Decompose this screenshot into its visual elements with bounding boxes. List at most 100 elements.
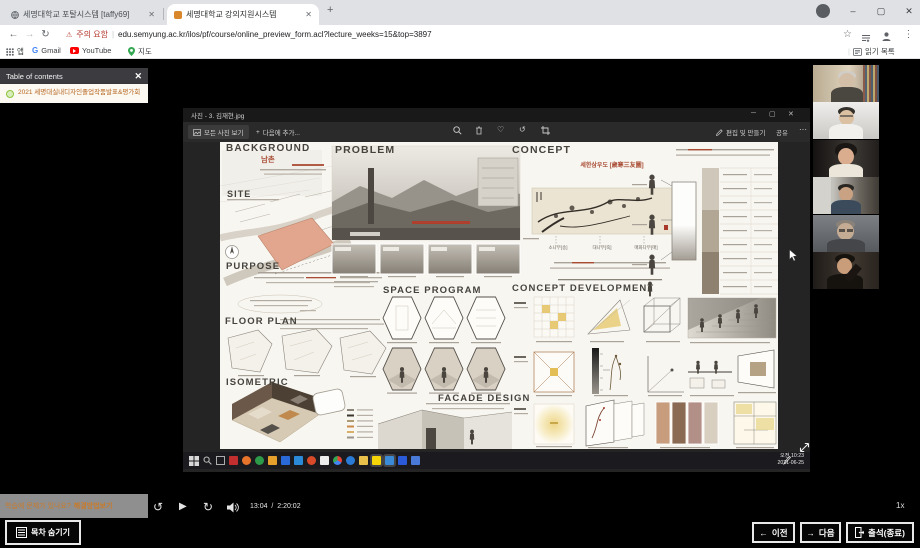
toc-header: Table of contents ✕ <box>0 68 148 84</box>
taskbar-icon-app-white <box>320 456 329 465</box>
favorite-heart-icon: ♡ <box>497 125 504 134</box>
concept-subtitle: 세한삼우도 [歲寒三友圖] <box>542 160 682 169</box>
pen-icon <box>783 455 791 465</box>
reading-list-bookmark[interactable]: | 읽기 목록 <box>848 46 895 57</box>
toc-body: 2021 세명대실내디자인졸업작품발표&평가회 <box>0 84 148 103</box>
tab-title: 세명대학교 포탈시스템 [taffy69] <box>23 9 144 20</box>
google-g-icon: G <box>32 46 38 55</box>
see-all-label: 모든 사진 보기 <box>204 127 244 137</box>
bookmark-apps[interactable]: 앱 <box>6 46 24 57</box>
edit-create-button: 편집 및 만들기 <box>711 125 771 139</box>
tab-favicon <box>174 11 182 19</box>
reading-list-label: 읽기 목록 <box>865 46 895 57</box>
browser-toolbar: ← → ↻ ⚠ 주의 요함 | edu.semyung.ac.kr/ilos/p… <box>0 25 920 44</box>
delete-icon <box>475 126 483 137</box>
play-button[interactable]: ▶ <box>179 502 187 512</box>
arrow-right-icon: → <box>806 528 815 538</box>
volume-icon[interactable] <box>227 502 239 513</box>
attendance-button[interactable]: 출석(종료) <box>846 522 914 543</box>
tab-separator <box>163 8 164 20</box>
bookmark-maps[interactable]: 지도 <box>128 46 152 57</box>
url-text: edu.semyung.ac.kr/ilos/pf/course/online_… <box>118 30 432 39</box>
participant-video[interactable] <box>813 65 879 102</box>
bookmark-gmail[interactable]: G Gmail <box>32 46 61 55</box>
participant-video[interactable] <box>813 177 879 214</box>
shared-taskbar <box>183 452 810 469</box>
refresh-button[interactable]: ↻ <box>38 27 53 42</box>
participant-video[interactable] <box>813 252 879 289</box>
heading-facade-design: FACADE DESIGN <box>438 393 530 404</box>
next-button[interactable]: → 다음 <box>800 522 841 543</box>
bookmark-label: Gmail <box>41 46 61 55</box>
address-bar[interactable]: ⚠ 주의 요함 | edu.semyung.ac.kr/ilos/pf/cour… <box>58 27 828 42</box>
lms-page: 사진 - 3. 김재현.jpg ─ ▢ ✕ 모든 사진 보기 + 다음에 추가.… <box>0 59 920 548</box>
share-button: 공유 <box>771 125 793 139</box>
bookmark-label: YouTube <box>82 46 111 55</box>
replay-forward-button[interactable]: ↻ <box>203 501 213 513</box>
heading-space-program: SPACE PROGRAM <box>383 285 482 296</box>
window-minimize-button[interactable]: – <box>840 0 866 22</box>
taskbar-icon-app-blue2 <box>398 456 407 465</box>
replay-back-button[interactable]: ↺ <box>153 501 163 513</box>
toc-toggle-button[interactable]: 목차 숨기기 <box>5 520 81 545</box>
youtube-icon <box>70 47 79 54</box>
participant-video[interactable] <box>813 102 879 139</box>
photos-minimize-icon: ─ <box>751 110 756 117</box>
more-icon: ⋯ <box>799 125 807 134</box>
bookmark-label: 앱 <box>17 46 24 57</box>
list-icon <box>16 527 27 538</box>
tab-portal[interactable]: 세명대학교 포탈시스템 [taffy69] ✕ <box>4 4 162 25</box>
tab-close-icon[interactable]: ✕ <box>305 10 312 19</box>
taskbar-icon-chrome <box>333 456 342 465</box>
add-to-label: 다음에 추가... <box>263 127 300 137</box>
attendance-label: 출석(종료) <box>868 527 905 539</box>
bookmark-label: 지도 <box>138 46 152 57</box>
forward-button[interactable]: → <box>22 27 37 42</box>
tree-label-bamboo: 대나무[죽] <box>582 245 622 251</box>
new-tab-button[interactable]: + <box>327 4 333 16</box>
time-display: 13:04 / 2:20:02 <box>250 503 301 510</box>
participant-video[interactable] <box>813 140 879 177</box>
rotate-icon: ↺ <box>519 125 526 134</box>
bookmark-star-icon[interactable]: ☆ <box>840 27 855 42</box>
expand-icon[interactable] <box>799 442 810 453</box>
exit-door-icon <box>855 527 864 538</box>
next-label: 다음 <box>819 527 835 539</box>
tab-lms[interactable]: 세명대학교 강의지원시스템 ✕ <box>167 4 319 25</box>
help-link[interactable]: 해결방법보기 <box>74 501 113 511</box>
toc-item[interactable]: 2021 세명대실내디자인졸업작품발표&평가회 <box>6 89 142 98</box>
profile-badge[interactable] <box>816 4 830 18</box>
help-question: 학습에 문제가 있나요? <box>5 501 71 511</box>
heading-problem: PROBLEM <box>335 144 395 156</box>
prev-button[interactable]: ← 이전 <box>752 522 795 543</box>
screen: 세명대학교 포탈시스템 [taffy69] ✕ 세명대학교 강의지원시스템 ✕ … <box>0 0 920 548</box>
share-label: 공유 <box>776 127 788 137</box>
window-close-button[interactable]: ✕ <box>896 0 920 22</box>
edit-create-label: 편집 및 만들기 <box>726 127 766 137</box>
taskbar-icon-app-red <box>307 456 316 465</box>
window-maximize-button[interactable]: ▢ <box>868 0 894 22</box>
heading-concept-development: CONCEPT DEVELOPMENT <box>512 283 654 294</box>
taskbar-icon-photos <box>385 456 394 465</box>
toc-toggle-label: 목차 숨기기 <box>31 527 70 538</box>
tab-close-icon[interactable]: ✕ <box>148 10 155 19</box>
tree-label-plum: 매화나무[매] <box>626 245 666 251</box>
heading-floor-plan: FLOOR PLAN <box>225 316 298 327</box>
heading-isometric: ISOMETRIC <box>226 377 289 388</box>
crop-icon <box>541 126 550 137</box>
speed-control[interactable]: 1x <box>896 501 904 510</box>
toc-close-icon[interactable]: ✕ <box>134 71 142 82</box>
heading-concept: CONCEPT <box>512 144 571 156</box>
task-view-icon <box>216 456 225 465</box>
picture-icon <box>193 129 201 136</box>
help-bar: 학습에 문제가 있나요? 해결방법보기 <box>0 494 148 518</box>
back-button[interactable]: ← <box>6 27 21 42</box>
bookmark-youtube[interactable]: YouTube <box>70 46 111 55</box>
edit-pencil-icon <box>716 129 723 136</box>
taskbar-icon-app-blue <box>294 456 303 465</box>
lecture-video[interactable]: 사진 - 3. 김재현.jpg ─ ▢ ✕ 모든 사진 보기 + 다음에 추가.… <box>183 108 810 472</box>
photos-window-title: 사진 - 3. 김재현.jpg <box>191 110 244 120</box>
participant-video[interactable] <box>813 215 879 252</box>
browser-menu-icon[interactable]: ⋮ <box>901 27 916 42</box>
toc-item-status-icon <box>6 90 14 98</box>
